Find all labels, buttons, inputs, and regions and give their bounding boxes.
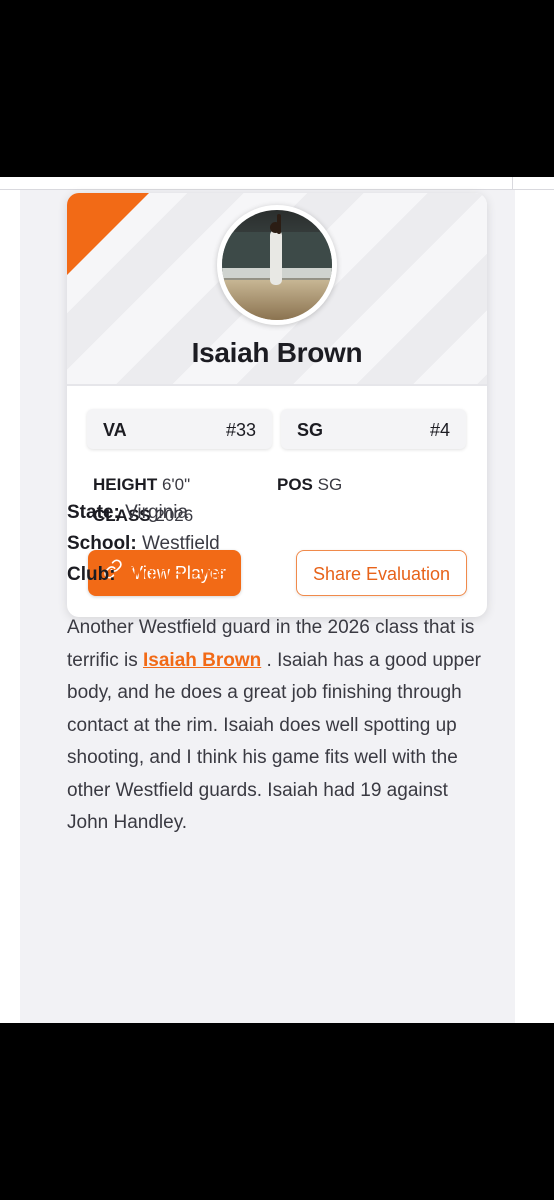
avatar-ring [217, 205, 337, 325]
position-rank-chip: SG #4 [281, 409, 466, 449]
stat-height: HEIGHT 6'0" [93, 475, 190, 495]
club-label: Club: [67, 564, 116, 585]
evaluation-text: Another Westfield guard in the 2026 clas… [67, 612, 487, 840]
state-value: Virginia [125, 502, 189, 523]
chip-rank: #4 [429, 420, 450, 440]
card-banner: Isaiah Brown [67, 193, 487, 386]
stat-position: POS SG [277, 475, 342, 495]
corner-flag [67, 193, 149, 275]
school-value: Westfield [141, 533, 220, 554]
player-details: State: Virginia School: Westfield Club: … [67, 497, 226, 590]
height-value: 6'0" [161, 475, 191, 494]
chip-jersey-number: #33 [225, 420, 256, 440]
player-name: Isaiah Brown [191, 337, 363, 368]
player-name-link[interactable]: Isaiah Brown [143, 650, 261, 671]
detail-school: School: Westfield [67, 528, 226, 559]
detail-club: Club: Virginia Elite [67, 559, 226, 590]
height-label: HEIGHT [93, 475, 158, 494]
chip-state: VA [103, 420, 127, 440]
player-avatar[interactable] [222, 210, 332, 320]
school-label: School: [67, 533, 137, 554]
chip-position: SG [297, 420, 324, 440]
detail-state: State: Virginia [67, 497, 226, 528]
state-label: State: [67, 502, 120, 523]
state-number-chip: VA #33 [87, 409, 272, 449]
article-text-after: . Isaiah has a good upper body, and he d… [67, 649, 481, 834]
top-divider-tick [512, 177, 513, 189]
pos-value: SG [317, 475, 343, 494]
pos-label: POS [277, 475, 313, 494]
club-link[interactable]: Virginia Elite [121, 564, 226, 585]
share-evaluation-button[interactable]: Share Evaluation [296, 550, 467, 596]
